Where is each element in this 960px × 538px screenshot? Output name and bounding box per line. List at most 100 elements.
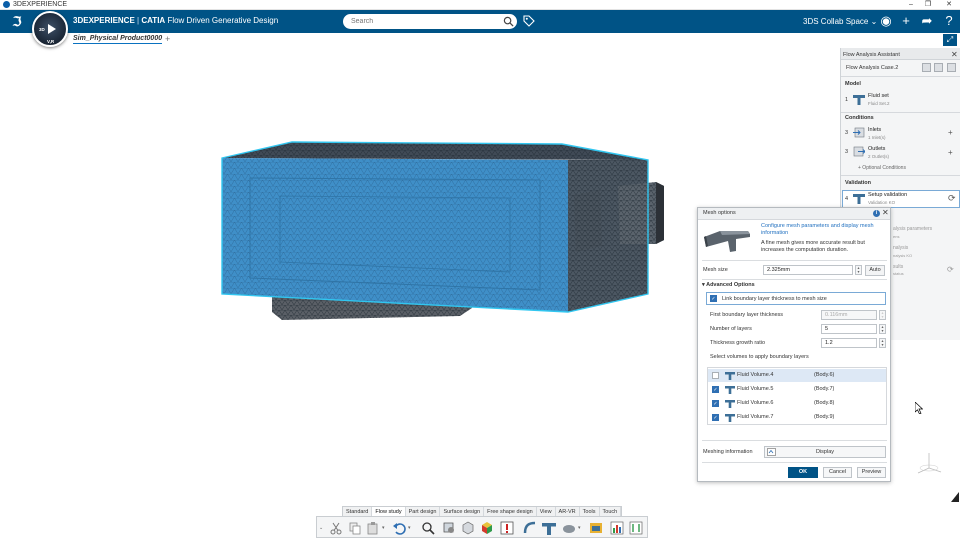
volume-row[interactable]: ✓ Fluid Volume.5 (Body.7): [708, 383, 886, 396]
inlets-label[interactable]: Inlets: [868, 127, 881, 133]
outlets-icon[interactable]: [853, 146, 865, 157]
tab-view[interactable]: View: [537, 507, 556, 516]
compass-label-3d: 3D: [39, 27, 45, 32]
mesh-size-stepper[interactable]: ▴ ▾: [855, 265, 862, 275]
num-layers-input[interactable]: [821, 324, 877, 334]
volume-checkbox[interactable]: ✓: [712, 400, 719, 407]
volume-name: Fluid Volume.4: [737, 372, 774, 378]
setup-validation-icon[interactable]: [853, 193, 865, 204]
fluid-volume-icon: [725, 386, 735, 394]
flow-path-icon[interactable]: [523, 521, 537, 535]
first-layer-stepper: ▴ ▾: [879, 310, 886, 320]
display-button[interactable]: Display: [764, 446, 886, 458]
volume-checkbox[interactable]: ✓: [712, 386, 719, 393]
add-outlet-icon[interactable]: +: [948, 148, 953, 157]
copy-icon[interactable]: [348, 521, 362, 535]
tab-standard[interactable]: Standard: [343, 507, 373, 516]
fluid-volume-tool-icon[interactable]: [542, 521, 556, 535]
tab-document[interactable]: Sim_Physical Product0000: [73, 35, 163, 44]
info-icon[interactable]: i: [873, 210, 880, 217]
fluid-set-icon[interactable]: [853, 94, 865, 105]
results-icon[interactable]: [589, 521, 603, 535]
dialog-close-icon[interactable]: ✕: [882, 208, 889, 217]
link-boundary-checkbox[interactable]: ✓: [710, 295, 717, 302]
pipe-mesh-icon: [704, 231, 750, 252]
assistant-close-icon[interactable]: ✕: [951, 50, 958, 59]
volume-checkbox[interactable]: [712, 372, 719, 379]
expand-caret-icon[interactable]: ⌄: [319, 525, 323, 531]
ok-button[interactable]: OK: [788, 467, 818, 478]
add-tab-icon[interactable]: +: [165, 34, 170, 44]
num-layers-label: Number of layers: [710, 326, 752, 332]
volume-row[interactable]: ✓ Fluid Volume.7 (Body.9): [708, 411, 886, 424]
configure-mesh-link[interactable]: Configure mesh parameters and display me…: [761, 223, 886, 237]
cancel-button[interactable]: Cancel: [823, 467, 852, 478]
help-icon[interactable]: ?: [941, 13, 957, 29]
tab-touch[interactable]: Touch: [600, 507, 622, 516]
cut-icon[interactable]: [329, 521, 343, 535]
color-cube-icon[interactable]: [480, 521, 494, 535]
sensor-icon[interactable]: [629, 521, 643, 535]
case-tool-icon-1[interactable]: [922, 63, 931, 72]
tab-ar-vr[interactable]: AR-VR: [556, 507, 580, 516]
tab-tools[interactable]: Tools: [580, 507, 600, 516]
action-bar-tabs: Standard Flow study Part design Surface …: [342, 506, 623, 516]
volume-name: Fluid Volume.7: [737, 414, 774, 420]
paste-caret-icon[interactable]: ▾: [382, 525, 385, 531]
warning-board-icon[interactable]: [500, 521, 514, 535]
axis-triad-icon[interactable]: [914, 450, 944, 476]
search-input[interactable]: [343, 14, 517, 29]
body-icon[interactable]: [461, 521, 475, 535]
growth-ratio-input[interactable]: [821, 338, 877, 348]
mesh-size-input[interactable]: [763, 265, 853, 275]
share-icon[interactable]: ➦: [919, 13, 935, 29]
fit-all-icon[interactable]: [421, 521, 435, 535]
volume-checkbox[interactable]: ✓: [712, 414, 719, 421]
fluid-set-label[interactable]: Fluid set: [868, 93, 889, 99]
model-section-header: Model: [845, 81, 861, 87]
add-icon[interactable]: +: [898, 13, 914, 29]
user-profile-icon[interactable]: ◉: [878, 13, 894, 29]
optional-conditions-link[interactable]: + Optional Conditions: [858, 165, 906, 171]
conditions-section-header: Conditions: [845, 115, 874, 121]
close-window-icon[interactable]: ✕: [942, 0, 956, 10]
preview-button[interactable]: Preview: [857, 467, 886, 478]
tag-icon[interactable]: [523, 15, 535, 27]
minimize-icon[interactable]: –: [904, 0, 918, 10]
tab-free-shape-design[interactable]: Free shape design: [484, 507, 537, 516]
robot-arrow-icon[interactable]: [951, 492, 960, 502]
tab-surface-design[interactable]: Surface design: [440, 507, 485, 516]
refresh-icon[interactable]: ⟳: [948, 193, 956, 204]
inlets-icon[interactable]: [853, 127, 865, 138]
search-icon[interactable]: [503, 16, 514, 27]
plot-icon[interactable]: [610, 521, 624, 535]
restore-icon[interactable]: ❐: [921, 0, 935, 10]
collab-space-selector[interactable]: 3DS Collab Space ⌄: [803, 17, 877, 26]
num-layers-stepper[interactable]: ▴ ▾: [879, 324, 886, 334]
surface-caret-icon[interactable]: ▾: [578, 525, 581, 531]
add-inlet-icon[interactable]: +: [948, 128, 953, 137]
undo-caret-icon[interactable]: ▾: [408, 525, 411, 531]
undo-icon[interactable]: [392, 521, 406, 535]
case-tool-icon-2[interactable]: [934, 63, 943, 72]
divider: [702, 260, 887, 261]
ds-logo-icon[interactable]: ℑ: [8, 13, 26, 30]
tab-part-design[interactable]: Part design: [406, 507, 441, 516]
outlets-label[interactable]: Outlets: [868, 146, 885, 152]
surface-icon[interactable]: [562, 521, 576, 535]
volume-row[interactable]: ✓ Fluid Volume.6 (Body.8): [708, 397, 886, 410]
tab-flow-study[interactable]: Flow study: [372, 507, 406, 516]
mesh-settings-icon[interactable]: [442, 521, 456, 535]
ghost-refresh-icon: ⟳: [947, 265, 954, 274]
advanced-options-toggle[interactable]: ▾ Advanced Options: [702, 282, 755, 288]
compass-widget[interactable]: 3D V,R: [32, 11, 68, 47]
growth-ratio-stepper[interactable]: ▴ ▾: [879, 338, 886, 348]
case-menu-icon[interactable]: [947, 63, 956, 72]
auto-button[interactable]: Auto: [865, 265, 885, 276]
meshing-info-label: Meshing information: [703, 449, 753, 455]
volume-row[interactable]: Fluid Volume.4 (Body.6): [708, 369, 886, 382]
paste-icon[interactable]: [366, 521, 380, 535]
setup-validation-label[interactable]: Setup validation: [868, 192, 907, 198]
fullscreen-icon[interactable]: ⤢: [943, 34, 957, 46]
volume-name: Fluid Volume.5: [737, 386, 774, 392]
